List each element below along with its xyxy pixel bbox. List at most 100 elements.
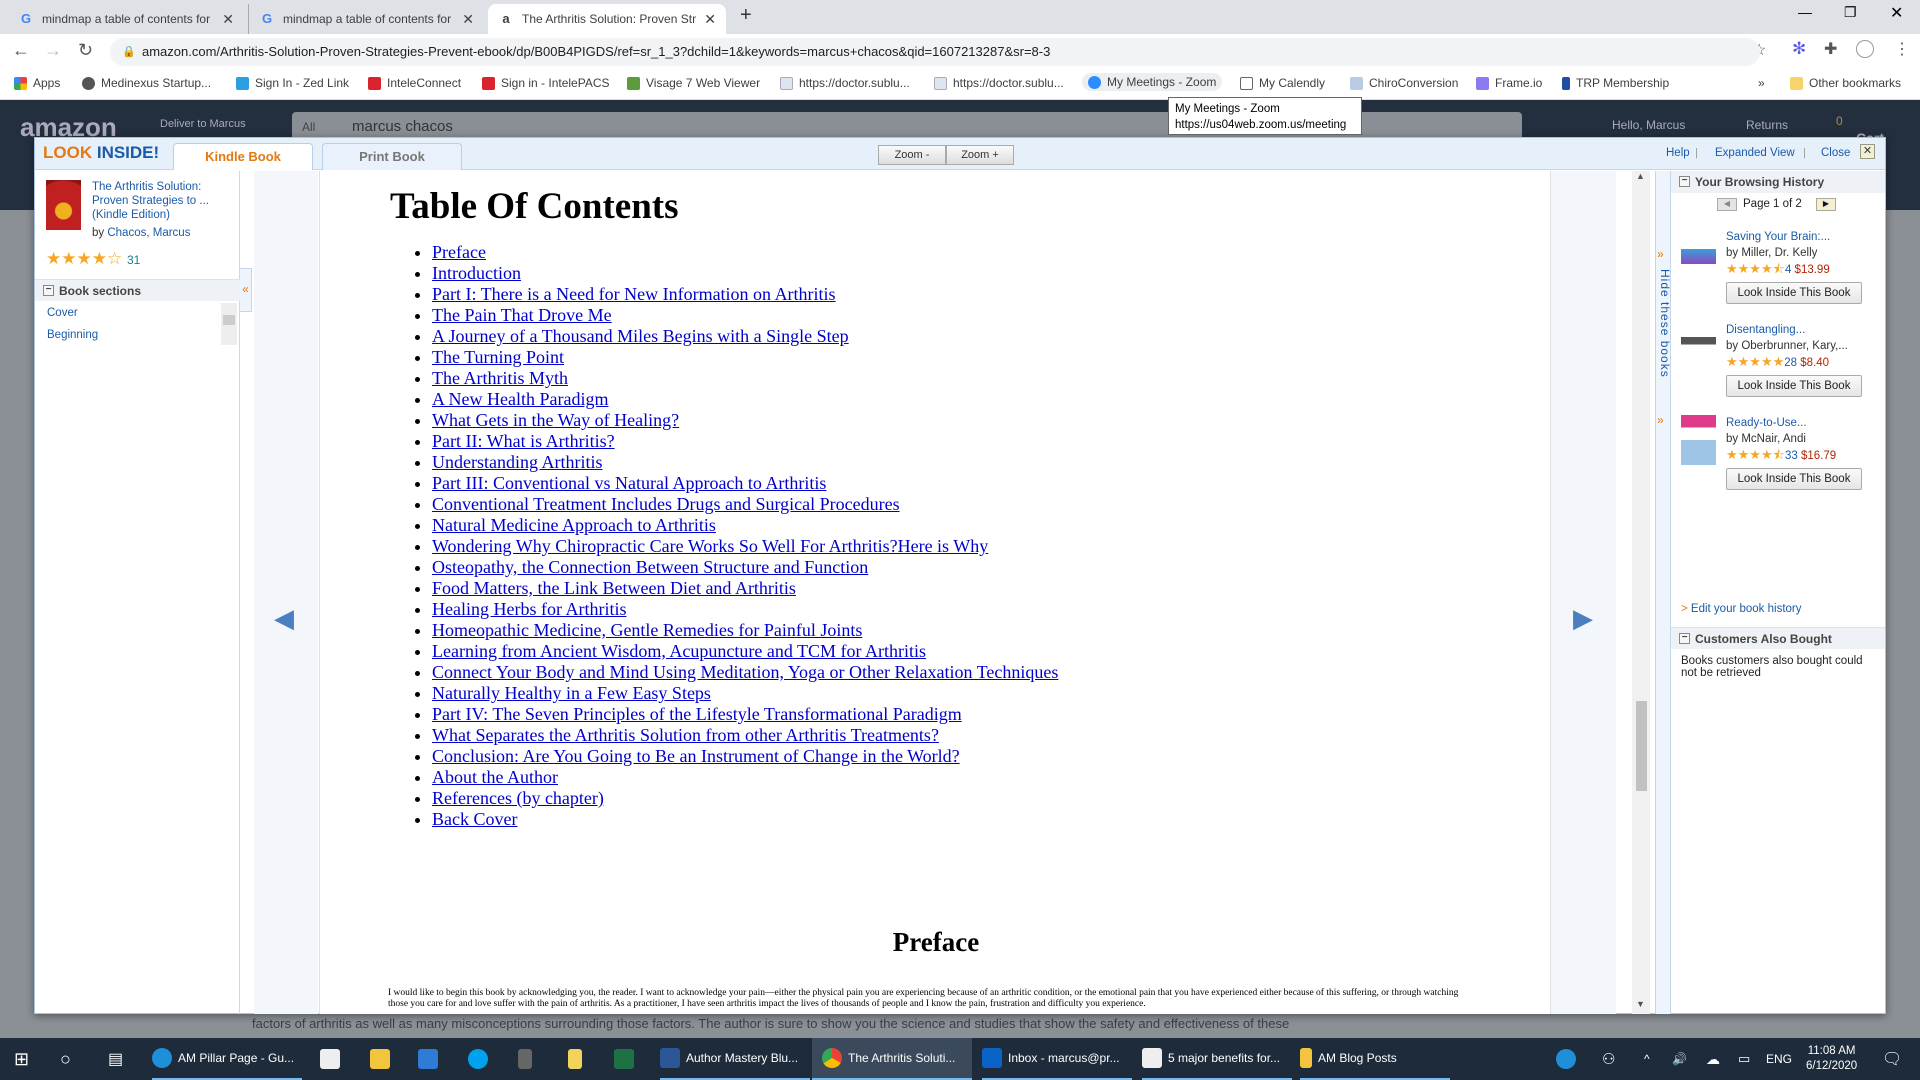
bookmark-item[interactable]: InteleConnect <box>368 76 461 90</box>
close-tab-icon[interactable]: ✕ <box>222 11 234 28</box>
toc-link[interactable]: A Journey of a Thousand Miles Begins wit… <box>432 326 849 346</box>
start-button[interactable]: ⊞ <box>14 1038 29 1080</box>
browser-tab[interactable]: Gmindmap a table of contents for ✕ <box>8 4 244 34</box>
prev-history-page-button[interactable]: ◀ <box>1717 198 1737 211</box>
help-tray-icon[interactable] <box>1556 1038 1576 1080</box>
toc-link[interactable]: Connect Your Body and Mind Using Meditat… <box>432 662 1058 682</box>
store-icon[interactable] <box>320 1038 340 1080</box>
star-rating[interactable]: ★★★★★ <box>1726 354 1784 369</box>
file-explorer-icon[interactable] <box>370 1038 390 1080</box>
toc-link[interactable]: References (by chapter) <box>432 788 604 808</box>
returns-link[interactable]: Returns <box>1746 118 1788 132</box>
collapse-icon[interactable]: − <box>43 285 54 296</box>
bookmark-item[interactable]: https://doctor.sublu... <box>934 76 1064 90</box>
clock[interactable]: 11:08 AM 6/12/2020 <box>1806 1038 1857 1080</box>
look-inside-this-book-button[interactable]: Look Inside This Book <box>1726 375 1862 397</box>
taskbar-app-folder[interactable]: AM Blog Posts <box>1300 1038 1450 1080</box>
taskbar-app-edge[interactable]: AM Pillar Page - Gu... <box>152 1038 302 1080</box>
search-button[interactable]: ○ <box>60 1038 71 1080</box>
toc-link[interactable]: Learning from Ancient Wisdom, Acupunctur… <box>432 641 926 661</box>
toc-link[interactable]: Healing Herbs for Arthritis <box>432 599 626 619</box>
tab-print-book[interactable]: Print Book <box>322 143 462 170</box>
next-page-arrow-icon[interactable]: ▶ <box>1573 603 1593 634</box>
previous-page-arrow-icon[interactable]: ◀ <box>274 603 294 634</box>
page-scrollbar[interactable]: ▲ ▼ <box>1632 171 1650 1014</box>
toc-link[interactable]: Wondering Why Chiropractic Care Works So… <box>432 536 988 556</box>
show-hidden-icons[interactable]: ^ <box>1644 1038 1650 1080</box>
book-cover-thumbnail[interactable] <box>46 180 81 230</box>
section-beginning[interactable]: Beginning <box>47 329 98 341</box>
rating-count[interactable]: 4 <box>1785 264 1791 276</box>
toc-link[interactable]: Understanding Arthritis <box>432 452 602 472</box>
account-greeting[interactable]: Hello, Marcus <box>1612 118 1685 132</box>
back-icon[interactable]: ← <box>12 40 30 61</box>
book-cover-thumbnail[interactable] <box>1681 322 1716 372</box>
menu-icon[interactable]: ⋮ <box>1894 39 1910 59</box>
new-tab-button[interactable]: + <box>740 4 752 27</box>
close-window-button[interactable]: ✕ <box>1890 3 1903 23</box>
search-scope[interactable]: All <box>302 120 315 134</box>
bookmark-item-zoom[interactable]: My Meetings - Zoom <box>1082 73 1223 91</box>
taskbar-app-outlook[interactable]: Inbox - marcus@pr... <box>982 1038 1132 1080</box>
star-rating[interactable]: ★★★★☆ 31 <box>46 249 140 269</box>
toc-link[interactable]: Food Matters, the Link Between Diet and … <box>432 578 796 598</box>
language-indicator[interactable]: ENG <box>1766 1038 1792 1080</box>
taskbar-app-chrome[interactable]: The Arthritis Soluti... <box>812 1038 972 1080</box>
outlook-calendar-icon[interactable] <box>418 1038 438 1080</box>
collapse-icon[interactable]: − <box>1679 176 1690 187</box>
toc-link[interactable]: Part I: There is a Need for New Informat… <box>432 284 836 304</box>
history-book-title[interactable]: Ready-to-Use... <box>1726 415 1862 431</box>
toc-link[interactable]: Part II: What is Arthritis? <box>432 431 615 451</box>
bookmark-item[interactable]: Medinexus Startup... <box>82 76 211 90</box>
toc-link[interactable]: Naturally Healthy in a Few Easy Steps <box>432 683 711 703</box>
more-bookmarks-icon[interactable]: » <box>1758 76 1765 90</box>
star-rating[interactable]: ★★★★⯪ <box>1726 261 1785 276</box>
star-rating[interactable]: ★★★★⯪ <box>1726 447 1785 462</box>
toc-link[interactable]: What Gets in the Way of Healing? <box>432 410 679 430</box>
bookmark-item[interactable]: https://doctor.sublu... <box>780 76 910 90</box>
address-bar[interactable]: 🔒 amazon.com/Arthritis-Solution-Proven-St… <box>110 38 1760 66</box>
toc-link[interactable]: Osteopathy, the Connection Between Struc… <box>432 557 868 577</box>
bookmark-item[interactable]: Sign In - Zed Link <box>236 76 349 90</box>
other-bookmarks[interactable]: Other bookmarks <box>1790 76 1901 90</box>
notifications-icon[interactable]: 🗨 <box>1882 1038 1902 1080</box>
toc-link[interactable]: Introduction <box>432 263 521 283</box>
customers-also-bought-header[interactable]: − Customers Also Bought <box>1671 627 1885 649</box>
close-tab-icon[interactable]: ✕ <box>704 11 716 28</box>
section-cover[interactable]: Cover <box>47 307 78 319</box>
bookmark-item[interactable]: Frame.io <box>1476 76 1542 90</box>
author-link[interactable]: Chacos, Marcus <box>107 227 190 239</box>
help-link[interactable]: Help <box>1666 147 1690 159</box>
taskbar-app-word[interactable]: Author Mastery Blu... <box>660 1038 810 1080</box>
restore-button[interactable]: ❐ <box>1844 4 1857 21</box>
history-book-title[interactable]: Disentangling... <box>1726 322 1862 338</box>
search-input[interactable]: marcus chacos <box>352 118 453 135</box>
toc-link[interactable]: The Turning Point <box>432 347 564 367</box>
browsing-history-header[interactable]: − Your Browsing History <box>1671 171 1885 193</box>
collapse-icon[interactable]: − <box>1679 633 1690 644</box>
rating-count[interactable]: 33 <box>1785 450 1798 462</box>
scroll-down-icon[interactable]: ▼ <box>1636 999 1645 1009</box>
toc-link[interactable]: Homeopathic Medicine, Gentle Remedies fo… <box>432 620 862 640</box>
bookmark-item[interactable]: My Calendly <box>1240 76 1325 90</box>
book-cover-thumbnail[interactable] <box>1681 415 1716 465</box>
reload-icon[interactable]: ↻ <box>78 40 93 61</box>
toc-link[interactable]: A New Health Paradigm <box>432 389 608 409</box>
excel-icon[interactable] <box>614 1038 634 1080</box>
toc-link[interactable]: Natural Medicine Approach to Arthritis <box>432 515 716 535</box>
hide-books-strip[interactable]: » » Hide these books <box>1655 171 1672 1014</box>
browser-tab[interactable]: Gmindmap a table of contents for ✕ <box>248 4 484 34</box>
edit-history-link[interactable]: > Edit your book history <box>1681 603 1802 615</box>
look-inside-this-book-button[interactable]: Look Inside This Book <box>1726 468 1862 490</box>
collapse-left-panel-icon[interactable]: « <box>240 268 252 312</box>
bookmark-item[interactable]: Visage 7 Web Viewer <box>627 76 760 90</box>
puzzle-icon[interactable]: ✚ <box>1824 39 1837 59</box>
toc-link[interactable]: Part IV: The Seven Principles of the Lif… <box>432 704 962 724</box>
zoom-in-button[interactable]: Zoom + <box>946 145 1014 165</box>
toc-link[interactable]: Conclusion: Are You Going to Be an Instr… <box>432 746 960 766</box>
rating-count[interactable]: 28 <box>1784 357 1797 369</box>
toc-link[interactable]: Part III: Conventional vs Natural Approa… <box>432 473 826 493</box>
book-cover-thumbnail[interactable] <box>1681 229 1716 279</box>
zoom-out-button[interactable]: Zoom - <box>878 145 946 165</box>
toc-link[interactable]: The Arthritis Myth <box>432 368 568 388</box>
